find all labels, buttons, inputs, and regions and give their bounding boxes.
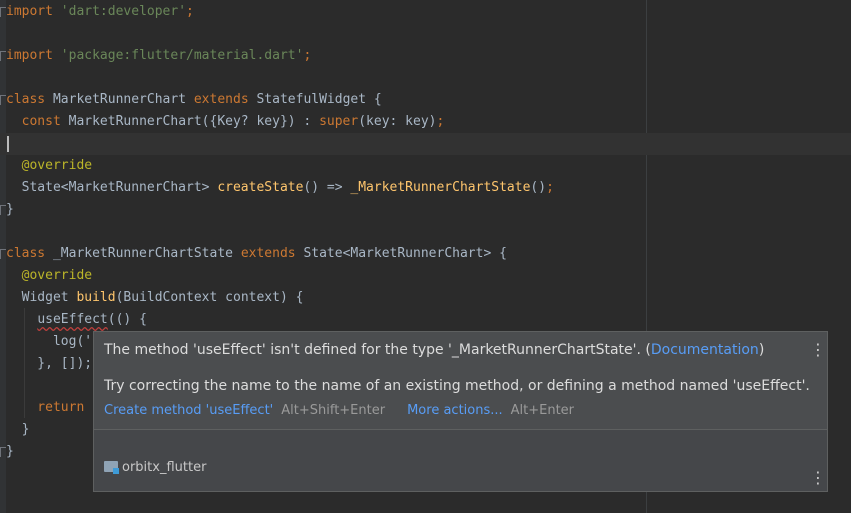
code-token: () [530,180,547,195]
code-line[interactable]: import 'dart:developer'; [6,1,194,23]
module-name: orbitx_flutter [122,460,207,475]
code-line[interactable]: import 'package:flutter/material.dart'; [6,45,311,67]
code-line[interactable]: State<MarketRunnerChart> createState() =… [6,177,554,199]
quick-fix-actions: Create method 'useEffect' Alt+Shift+Enter… [104,403,574,418]
module-folder-icon [104,461,119,474]
create-method-shortcut: Alt+Shift+Enter [281,403,386,418]
code-token: 'dart:developer' [60,4,187,19]
code-token: } [6,444,14,459]
code-token: Widget [6,290,77,305]
code-token: () => [303,180,351,195]
code-line[interactable]: useEffect(() { [6,309,147,331]
code-token: _MarketRunnerChartState [52,246,241,261]
code-token: @override [6,268,93,283]
error-message-suffix: ) [758,342,765,358]
code-line[interactable]: } [6,441,14,463]
code-token: (BuildContext context) { [115,290,304,305]
code-token: ; [546,180,554,195]
popup-options-icon[interactable]: ⋮ [810,342,826,358]
code-line[interactable]: const MarketRunnerChart({Key? key}) : su… [6,111,445,133]
code-token: extends [240,246,304,261]
code-token: (() { [107,312,147,327]
error-message: The method 'useEffect' isn't defined for… [104,342,764,358]
popup-message-area: The method 'useEffect' isn't defined for… [94,332,827,429]
documentation-link[interactable]: Documentation [651,342,759,358]
code-token: MarketRunnerChart [52,92,194,107]
code-line[interactable]: log(' [6,331,92,353]
code-token: State<MarketRunnerChart> { [303,246,507,261]
code-token: log(' [6,334,93,349]
code-token: ; [303,48,312,63]
error-hint: Try correcting the name to the name of a… [104,378,810,394]
code-token: State<MarketRunnerChart> [6,180,218,195]
popup-footer: orbitx_flutter ⋮ [94,430,827,491]
code-token: extends [193,92,257,107]
create-method-action[interactable]: Create method 'useEffect' [104,403,273,418]
fold-marker-icon[interactable] [0,51,6,61]
code-token: }, []); [6,356,93,371]
module-info: orbitx_flutter [104,460,206,475]
code-token: return [6,400,85,415]
unresolved-symbol: useEffect [37,312,108,327]
code-token: ; [186,4,194,19]
code-token: build [76,290,116,305]
fold-marker-icon[interactable] [0,95,6,105]
code-token: MarketRunnerChart({Key? key}) : [68,114,320,129]
fold-marker-icon[interactable] [0,205,6,215]
footer-options-icon[interactable]: ⋮ [810,470,826,486]
code-line[interactable]: } [6,419,30,441]
fold-marker-icon[interactable] [0,7,6,17]
code-token: super [319,114,359,129]
error-tooltip-popup: The method 'useEffect' isn't defined for… [93,331,828,492]
code-token: class [6,246,53,261]
code-token: StatefulWidget { [256,92,382,107]
code-token: 'package:flutter/material.dart' [60,48,304,63]
fold-marker-icon[interactable] [0,249,6,259]
code-line[interactable]: @override [6,155,92,177]
current-line-highlight [0,133,851,155]
code-line[interactable]: }, []); [6,353,92,375]
code-token: ; [436,114,445,129]
code-token: @override [6,158,93,173]
code-line[interactable]: } [6,199,14,221]
code-token: createState [217,180,304,195]
code-line[interactable]: return [6,397,84,419]
code-token: const [6,114,69,129]
code-line[interactable]: class _MarketRunnerChartState extends St… [6,243,507,265]
code-token: } [6,202,14,217]
more-actions-link[interactable]: More actions... [407,403,503,418]
code-line[interactable]: Widget build(BuildContext context) { [6,287,304,309]
fold-marker-icon[interactable] [0,447,6,457]
code-token: _MarketRunnerChartState [350,180,531,195]
error-message-text: The method 'useEffect' isn't defined for… [104,342,651,358]
code-token: import [6,4,61,19]
code-line[interactable]: @override [6,265,92,287]
text-caret [7,136,9,152]
code-token: import [6,48,61,63]
code-token: } [6,422,30,437]
code-token: class [6,92,53,107]
code-token: (key: key) [358,114,437,129]
more-actions-shortcut: Alt+Enter [510,403,575,418]
code-line[interactable]: class MarketRunnerChart extends Stateful… [6,89,382,111]
